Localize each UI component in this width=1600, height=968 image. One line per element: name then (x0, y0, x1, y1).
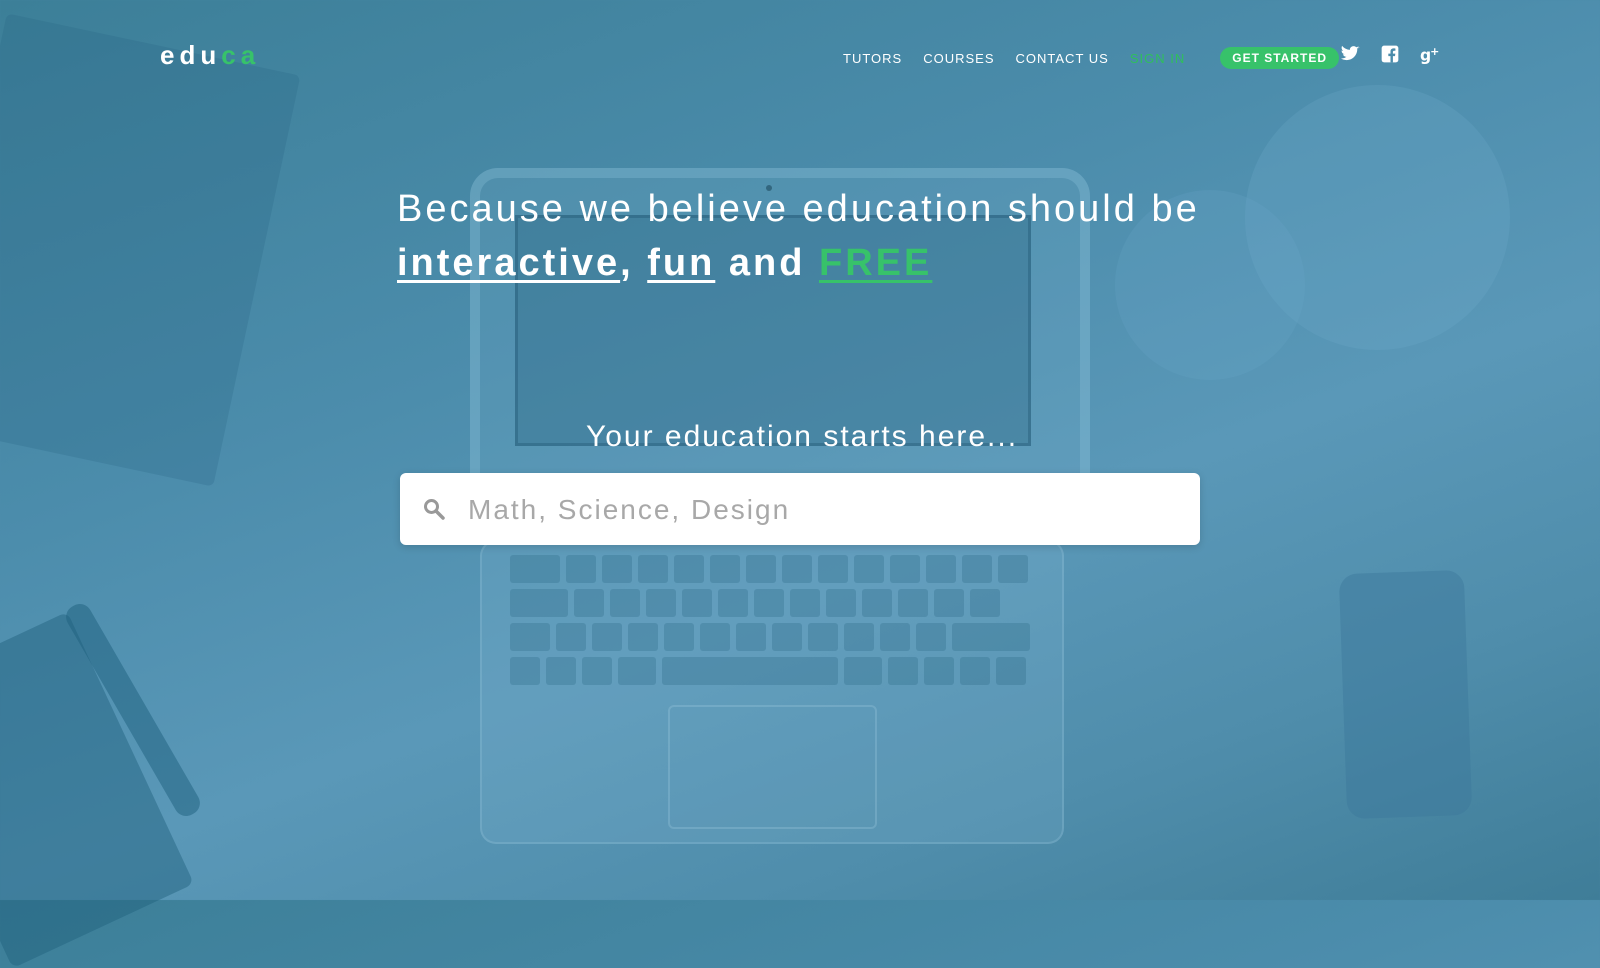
search-icon (422, 497, 446, 521)
logo-text-accent: ca (221, 40, 261, 70)
nav-link-tutors[interactable]: TUTORS (843, 51, 902, 66)
hero-headline: Because we believe education should be (397, 188, 1200, 230)
background-keyboard-row (510, 623, 1030, 651)
logo-text-main: edu (160, 40, 222, 70)
hero-word-free: FREE (818, 242, 933, 284)
hero-headline-emphasis: interactive, fun and FREE (397, 242, 932, 285)
background-phone (1338, 569, 1473, 820)
background-trackpad (668, 705, 877, 829)
nav-link-sign-in[interactable]: SIGN IN (1130, 51, 1185, 66)
logo[interactable]: educa (160, 40, 260, 71)
background-books (0, 13, 301, 487)
hero-word-and: and (728, 242, 806, 284)
nav-link-contact-us[interactable]: CONTACT US (1016, 51, 1109, 66)
svg-text:+: + (1430, 45, 1439, 58)
get-started-button[interactable]: GET STARTED (1220, 47, 1340, 69)
background-laptop-base (480, 540, 1064, 844)
background-keyboard-row (510, 657, 1026, 685)
background-pen (61, 599, 205, 821)
main-nav: TUTORS COURSES CONTACT US SIGN IN GET ST… (843, 47, 1340, 69)
facebook-icon[interactable] (1380, 44, 1400, 64)
background-keyboard-row (510, 555, 1028, 583)
search-tagline: Your education starts here... (0, 420, 1600, 454)
hero-comma: , (620, 242, 634, 284)
search-input[interactable] (466, 489, 1170, 531)
search-box (400, 473, 1200, 545)
nav-link-courses[interactable]: COURSES (923, 51, 994, 66)
background-circle (1245, 85, 1510, 350)
social-links: g + (1340, 44, 1440, 65)
background-keyboard-row (510, 589, 1000, 617)
google-plus-icon[interactable]: g + (1420, 44, 1440, 65)
twitter-icon[interactable] (1340, 44, 1360, 64)
background-notebook (0, 611, 195, 968)
hero-word-fun: fun (647, 242, 716, 284)
hero-word-interactive: interactive (397, 242, 621, 284)
search-tagline-text: Your education starts here... (585, 420, 1019, 453)
